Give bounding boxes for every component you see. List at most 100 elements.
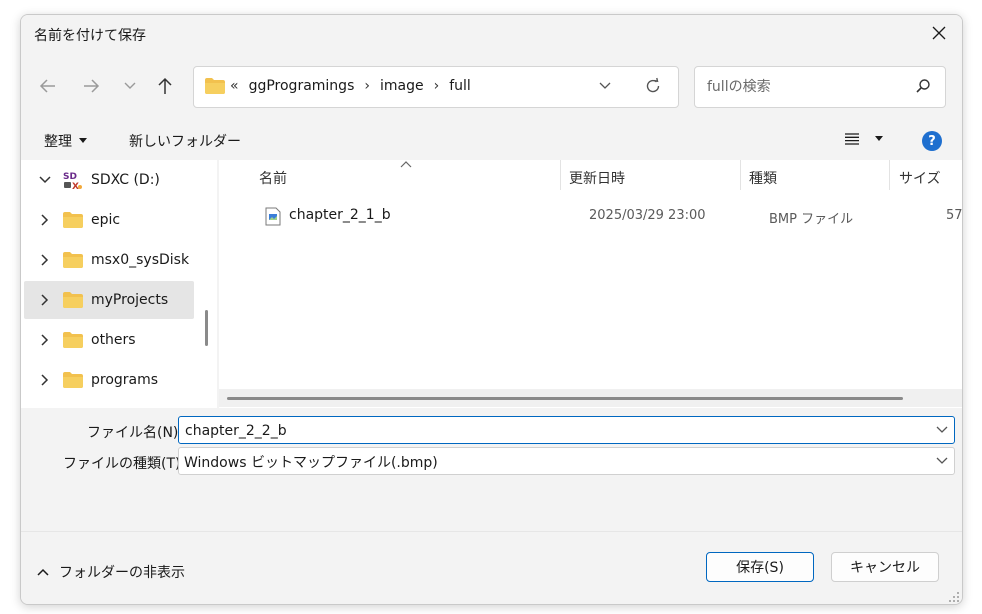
chevron-right-icon[interactable]: › xyxy=(434,78,440,94)
caret-down-icon xyxy=(79,138,87,143)
folder-icon xyxy=(60,291,86,309)
up-button[interactable] xyxy=(152,73,178,99)
chevron-right-icon[interactable] xyxy=(30,254,60,266)
arrow-right-icon xyxy=(84,79,100,93)
dialog-title: 名前を付けて保存 xyxy=(34,28,146,44)
filetype-label: ファイルの種類(T): xyxy=(63,456,186,472)
navigation-bar: « ggProgramings › image › full xyxy=(21,52,962,122)
breadcrumb-overflow[interactable]: « xyxy=(230,78,239,94)
chevron-down-icon[interactable] xyxy=(936,422,948,438)
arrow-left-icon xyxy=(39,79,55,93)
filetype-select[interactable]: Windows ビットマップファイル(.bmp) xyxy=(178,447,955,475)
svg-text:SD: SD xyxy=(63,172,77,182)
chevron-right-icon[interactable] xyxy=(30,214,60,226)
command-bar: 整理 新しいフォルダー ? xyxy=(21,122,962,160)
folder-icon xyxy=(60,331,86,349)
sidebar-item-msx0-sysdisk[interactable]: msx0_sysDisk xyxy=(24,241,194,279)
sidebar-item-label: programs xyxy=(91,372,159,388)
sd-card-drive-icon: SD X xyxy=(60,169,86,191)
help-icon[interactable]: ? xyxy=(922,131,942,151)
column-divider[interactable] xyxy=(889,160,890,190)
svg-text:X: X xyxy=(72,182,79,191)
sidebar-scrollbar-thumb[interactable] xyxy=(205,310,208,346)
folder-icon xyxy=(60,251,86,269)
horizontal-scrollbar[interactable] xyxy=(219,389,962,407)
column-divider[interactable] xyxy=(560,160,561,190)
sort-ascending-icon xyxy=(400,161,412,168)
navigation-pane: SD X SDXC (D:) epic msx0_sysDisk myProje… xyxy=(21,160,217,408)
organize-label: 整理 xyxy=(44,134,72,150)
search-box[interactable] xyxy=(694,66,946,108)
breadcrumb-item[interactable]: full xyxy=(449,78,471,94)
search-icon[interactable] xyxy=(915,78,931,98)
chevron-right-icon[interactable] xyxy=(30,334,60,346)
close-icon xyxy=(932,26,946,40)
sidebar-item-epic[interactable]: epic xyxy=(24,201,194,239)
column-header-size[interactable]: サイズ xyxy=(899,168,941,188)
file-list: 名前 更新日時 種類 サイズ chapter_2_1_b 2025/03/29 … xyxy=(219,160,962,408)
refresh-button[interactable] xyxy=(644,77,664,97)
bmp-file-icon xyxy=(265,207,281,230)
resize-grip-icon[interactable] xyxy=(948,591,960,603)
sidebar-item-label: msx0_sysDisk xyxy=(91,252,190,268)
file-name: chapter_2_1_b xyxy=(289,207,391,223)
sidebar-item-label: myProjects xyxy=(91,292,169,308)
chevron-up-icon xyxy=(37,568,49,576)
breadcrumb: « ggProgramings › image › full xyxy=(230,78,471,94)
cancel-button[interactable]: キャンセル xyxy=(831,552,939,582)
refresh-icon xyxy=(646,77,660,93)
organize-menu-button[interactable]: 整理 xyxy=(44,131,88,151)
folder-icon xyxy=(60,211,86,229)
chevron-down-icon[interactable] xyxy=(936,453,948,469)
address-dropdown-button[interactable] xyxy=(598,79,614,95)
column-header-modified[interactable]: 更新日時 xyxy=(569,168,625,188)
save-as-dialog: 名前を付けて保存 « ggProgramings › image › full … xyxy=(20,14,963,605)
sidebar-item-label: SDXC (D:) xyxy=(91,172,160,188)
folder-icon xyxy=(204,77,226,99)
dialog-footer: フォルダーの非表示 保存(S) キャンセル xyxy=(21,531,962,604)
forward-button[interactable] xyxy=(78,73,104,99)
caret-down-icon xyxy=(875,136,883,141)
sidebar-item-label: others xyxy=(91,332,136,348)
new-folder-button[interactable]: 新しいフォルダー xyxy=(129,131,241,151)
chevron-down-icon xyxy=(599,82,611,89)
folder-icon xyxy=(60,371,86,389)
hide-folders-label: フォルダーの非表示 xyxy=(59,565,185,581)
view-options-button[interactable] xyxy=(844,132,884,146)
sidebar-item-others[interactable]: others xyxy=(24,321,194,359)
file-modified: 2025/03/29 23:00 xyxy=(589,208,706,223)
sidebar-item-myprojects[interactable]: myProjects xyxy=(24,281,194,319)
chevron-down-icon[interactable] xyxy=(30,176,60,184)
close-button[interactable] xyxy=(928,22,950,44)
table-row[interactable]: chapter_2_1_b 2025/03/29 23:00 BMP ファイル … xyxy=(239,202,962,230)
file-size: 57 xyxy=(946,208,962,223)
save-options: ファイル名(N): ファイルの種類(T): Windows ビットマップファイル… xyxy=(21,408,962,531)
title-bar: 名前を付けて保存 xyxy=(21,15,962,52)
search-input[interactable] xyxy=(705,76,899,98)
sidebar-item-label: epic xyxy=(91,212,121,228)
breadcrumb-item[interactable]: image xyxy=(380,78,424,94)
filename-combobox[interactable] xyxy=(178,416,955,444)
filename-input[interactable] xyxy=(183,420,907,442)
column-header-name[interactable]: 名前 xyxy=(259,168,287,188)
arrow-up-icon xyxy=(158,77,172,94)
back-button[interactable] xyxy=(35,73,61,99)
hide-folders-button[interactable]: フォルダーの非表示 xyxy=(37,562,185,582)
sidebar-item-sdxc-drive[interactable]: SD X SDXC (D:) xyxy=(24,161,194,199)
breadcrumb-item[interactable]: ggProgramings xyxy=(249,78,355,94)
file-type: BMP ファイル xyxy=(769,212,854,227)
chevron-right-icon[interactable] xyxy=(30,374,60,386)
chevron-down-icon xyxy=(124,82,136,89)
save-button[interactable]: 保存(S) xyxy=(706,552,814,582)
recent-locations-button[interactable] xyxy=(117,73,143,99)
chevron-right-icon[interactable] xyxy=(30,294,60,306)
horizontal-scrollbar-thumb[interactable] xyxy=(227,397,903,400)
filename-label: ファイル名(N): xyxy=(87,425,184,441)
sidebar-scrollbar[interactable] xyxy=(201,160,215,408)
column-header-type[interactable]: 種類 xyxy=(749,168,777,188)
chevron-right-icon[interactable]: › xyxy=(364,78,370,94)
sidebar-item-programs[interactable]: programs xyxy=(24,361,194,399)
filetype-selected-value: Windows ビットマップファイル(.bmp) xyxy=(184,455,438,471)
address-bar[interactable]: « ggProgramings › image › full xyxy=(193,66,679,108)
column-divider[interactable] xyxy=(740,160,741,190)
